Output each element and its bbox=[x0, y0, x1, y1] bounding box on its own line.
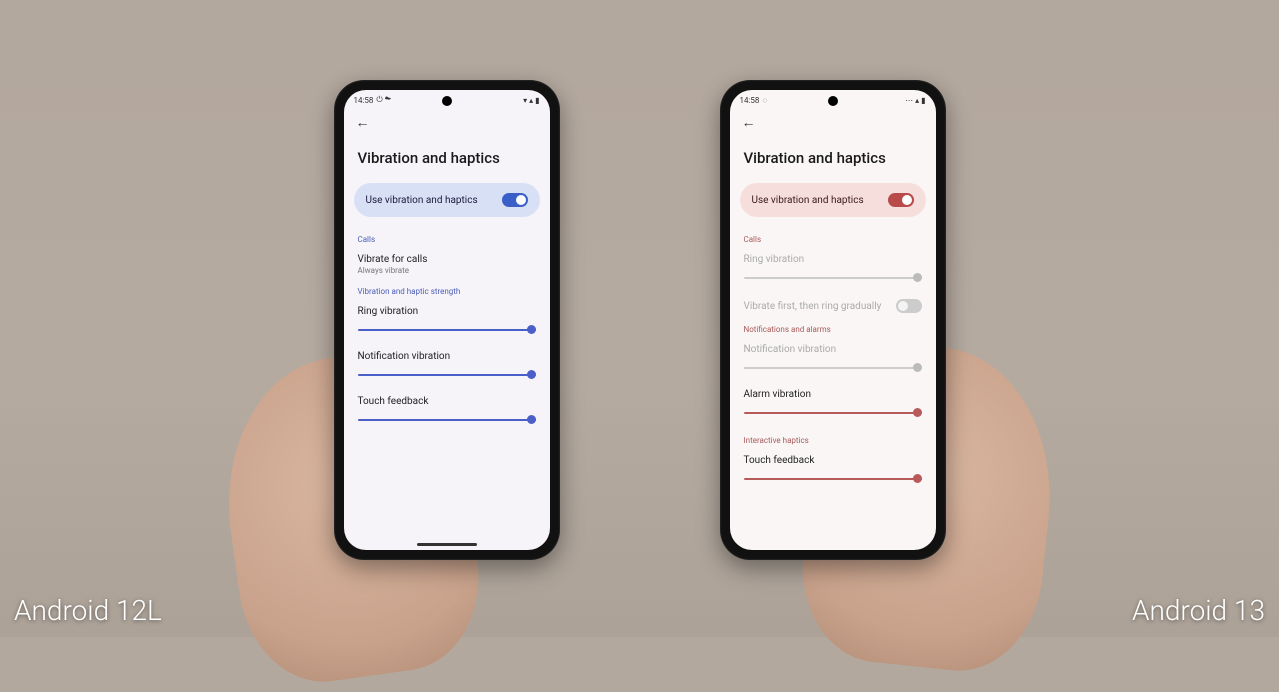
notification-vibration-slider[interactable] bbox=[358, 370, 536, 380]
back-icon[interactable]: ← bbox=[356, 114, 370, 131]
phone-right: 14:58 ◌ ⋯ ▴ ▮ ← Vibration and haptics Us… bbox=[720, 80, 946, 560]
vibrate-first-row[interactable]: Vibrate first, then ring gradually bbox=[730, 293, 936, 317]
section-header-calls: Calls bbox=[344, 227, 550, 248]
section-header-haptics: Interactive haptics bbox=[730, 428, 936, 449]
touch-feedback-label: Touch feedback bbox=[730, 449, 936, 470]
status-left-icons: ⏻ ☁ bbox=[376, 95, 391, 105]
toggle-switch-icon[interactable] bbox=[888, 193, 914, 207]
caption-left: Android 12L bbox=[14, 594, 162, 627]
vibrate-for-calls-sub: Always vibrate bbox=[358, 266, 536, 275]
ring-vibration-label: Ring vibration bbox=[344, 300, 550, 321]
status-time: 14:58 bbox=[354, 96, 374, 105]
page-title: Vibration and haptics bbox=[344, 135, 550, 183]
status-left-icons: ◌ bbox=[762, 96, 767, 105]
back-row: ← bbox=[344, 108, 550, 135]
ring-vibration-slider[interactable] bbox=[744, 273, 922, 283]
screen-left: 14:58 ⏻ ☁ ▾ ▴ ▮ ← Vibration and haptics … bbox=[344, 90, 550, 550]
ring-vibration-slider[interactable] bbox=[358, 325, 536, 335]
camera-punch-hole bbox=[442, 96, 452, 106]
page-title: Vibration and haptics bbox=[730, 135, 936, 183]
camera-punch-hole bbox=[828, 96, 838, 106]
section-header-strength: Vibration and haptic strength bbox=[344, 279, 550, 300]
section-header-notifications: Notifications and alarms bbox=[730, 317, 936, 338]
vibrate-for-calls-title: Vibrate for calls bbox=[358, 254, 536, 265]
master-toggle-label: Use vibration and haptics bbox=[752, 195, 864, 206]
caption-right: Android 13 bbox=[1132, 594, 1265, 627]
notification-vibration-label: Notification vibration bbox=[730, 338, 936, 359]
phone-left: 14:58 ⏻ ☁ ▾ ▴ ▮ ← Vibration and haptics … bbox=[334, 80, 560, 560]
master-toggle-label: Use vibration and haptics bbox=[366, 195, 478, 206]
master-toggle[interactable]: Use vibration and haptics bbox=[354, 183, 540, 217]
notification-vibration-slider[interactable] bbox=[744, 363, 922, 373]
back-row: ← bbox=[730, 108, 936, 135]
status-right-icons: ▾ ▴ ▮ bbox=[523, 96, 539, 105]
toggle-switch-icon[interactable] bbox=[896, 299, 922, 313]
touch-feedback-slider[interactable] bbox=[744, 474, 922, 484]
notification-vibration-label: Notification vibration bbox=[344, 345, 550, 366]
ring-vibration-label: Ring vibration bbox=[730, 248, 936, 269]
vibrate-first-label: Vibrate first, then ring gradually bbox=[744, 301, 882, 312]
status-time: 14:58 bbox=[740, 96, 760, 105]
scene: 14:58 ⏻ ☁ ▾ ▴ ▮ ← Vibration and haptics … bbox=[0, 0, 1279, 637]
status-right-icons: ⋯ ▴ ▮ bbox=[905, 96, 925, 105]
back-icon[interactable]: ← bbox=[742, 114, 756, 131]
master-toggle[interactable]: Use vibration and haptics bbox=[740, 183, 926, 217]
gesture-nav-pill[interactable] bbox=[417, 543, 477, 546]
screen-right: 14:58 ◌ ⋯ ▴ ▮ ← Vibration and haptics Us… bbox=[730, 90, 936, 550]
alarm-vibration-slider[interactable] bbox=[744, 408, 922, 418]
touch-feedback-slider[interactable] bbox=[358, 415, 536, 425]
section-header-calls: Calls bbox=[730, 227, 936, 248]
touch-feedback-label: Touch feedback bbox=[344, 390, 550, 411]
alarm-vibration-label: Alarm vibration bbox=[730, 383, 936, 404]
toggle-switch-icon[interactable] bbox=[502, 193, 528, 207]
vibrate-for-calls-row[interactable]: Vibrate for calls Always vibrate bbox=[344, 248, 550, 279]
